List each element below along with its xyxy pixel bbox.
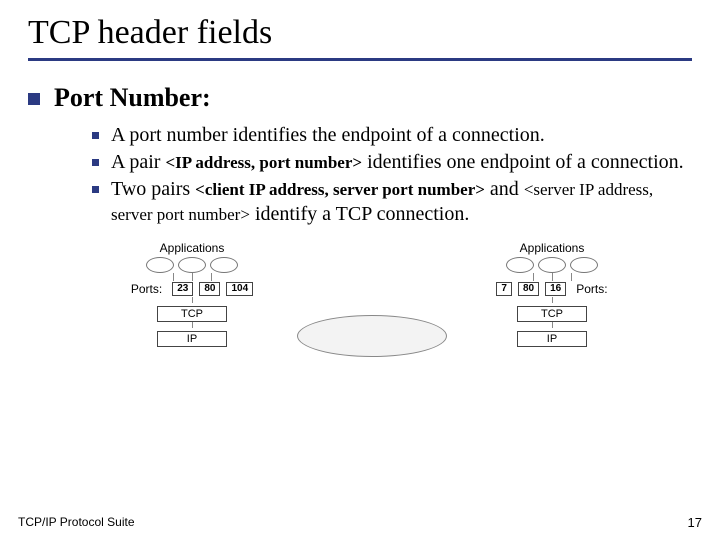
app-oval-icon: [178, 257, 206, 273]
text-fragment: identifies one endpoint of a connection.: [362, 151, 684, 173]
list-item: Two pairs <client IP address, server por…: [92, 177, 692, 227]
list-item: A port number identifies the endpoint of…: [92, 123, 692, 148]
app-oval-icon: [210, 257, 238, 273]
diagram-host-left: Applications Ports: 23 80 104 TCP IP: [92, 241, 292, 347]
network-cloud-icon: [297, 315, 447, 357]
port-number: 16: [545, 282, 566, 296]
slide-footer: TCP/IP Protocol Suite 17: [18, 515, 702, 530]
ip-box: IP: [157, 331, 227, 347]
applications-label: Applications: [452, 241, 652, 255]
text-fragment: Two pairs: [111, 178, 195, 200]
applications-label: Applications: [92, 241, 292, 255]
code-fragment: <client IP address, server port number>: [195, 180, 485, 199]
ip-box: IP: [517, 331, 587, 347]
bullet-text: A pair <IP address, port number> identif…: [111, 150, 684, 175]
tcp-box: TCP: [157, 306, 227, 322]
ports-diagram: Applications Ports: 23 80 104 TCP IP: [92, 241, 652, 357]
text-fragment: and: [485, 178, 524, 200]
tcp-box: TCP: [517, 306, 587, 322]
port-number: 23: [172, 282, 193, 296]
ports-label: Ports:: [131, 282, 162, 296]
ports-label: Ports:: [576, 282, 607, 296]
text-fragment: A pair: [111, 151, 165, 173]
bullet-icon: [92, 186, 99, 193]
footer-text: TCP/IP Protocol Suite: [18, 515, 135, 530]
bullet-text: A port number identifies the endpoint of…: [111, 123, 545, 148]
bullet-icon: [28, 93, 40, 105]
app-oval-icon: [538, 257, 566, 273]
port-number: 7: [496, 282, 512, 296]
code-fragment: <IP address, port number>: [165, 153, 362, 172]
port-number: 104: [226, 282, 253, 296]
list-item: A pair <IP address, port number> identif…: [92, 150, 692, 175]
app-oval-icon: [506, 257, 534, 273]
bullet-icon: [92, 132, 99, 139]
section-heading-row: Port Number:: [28, 83, 692, 113]
app-oval-icon: [146, 257, 174, 273]
slide-title: TCP header fields: [28, 14, 692, 52]
port-number: 80: [199, 282, 220, 296]
bullet-text: Two pairs <client IP address, server por…: [111, 177, 692, 227]
title-underline: [28, 58, 692, 61]
text-fragment: identify a TCP connection.: [250, 203, 469, 225]
diagram-host-right: Applications 7 80 16 Ports: TCP IP: [452, 241, 652, 347]
port-number: 80: [518, 282, 539, 296]
bullet-icon: [92, 159, 99, 166]
app-oval-icon: [570, 257, 598, 273]
page-number: 17: [688, 515, 702, 530]
section-heading: Port Number:: [54, 83, 211, 113]
